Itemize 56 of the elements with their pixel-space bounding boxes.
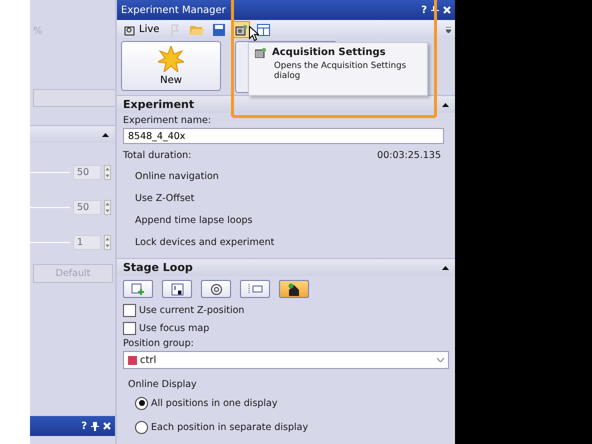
option-label[interactable]: Append time lapse loops xyxy=(123,210,449,230)
help-text[interactable]: ? xyxy=(81,420,87,432)
option-label[interactable]: Lock devices and experiment xyxy=(123,232,449,252)
group-label: Online Display xyxy=(127,379,198,390)
list-icon xyxy=(247,283,263,295)
pin-icon[interactable] xyxy=(91,422,99,430)
tooltip-description: Opens the Acquisition Settings dialog xyxy=(273,61,408,81)
live-button[interactable]: Live xyxy=(121,24,162,36)
position-group-dropdown[interactable]: ctrl xyxy=(123,351,449,369)
checkbox-label: Use current Z-position xyxy=(139,304,244,316)
window-title: Experiment Manager xyxy=(121,4,227,16)
target-icon xyxy=(210,282,222,296)
radio-button[interactable] xyxy=(135,420,148,434)
duration-label: Total duration: xyxy=(123,150,192,160)
tool-button[interactable] xyxy=(162,280,192,298)
close-icon[interactable] xyxy=(103,422,111,430)
radio-button[interactable] xyxy=(135,396,148,410)
house-icon xyxy=(287,282,301,296)
add-position-icon xyxy=(131,282,145,296)
tool-button[interactable] xyxy=(279,280,309,298)
spin-field[interactable]: 50 xyxy=(73,200,101,215)
field-label: Position group: xyxy=(123,338,195,349)
experiment-name-field[interactable]: 8548_4_40x xyxy=(123,128,444,144)
radio-label: Each position in separate display xyxy=(151,422,308,432)
tooltip-title: Acquisition Settings xyxy=(272,47,386,58)
help-text[interactable]: ? xyxy=(421,4,427,16)
spin-field[interactable]: 1 xyxy=(73,235,101,250)
camera-icon xyxy=(255,48,266,58)
collapse-icon[interactable] xyxy=(442,266,449,270)
collapse-icon[interactable] xyxy=(102,132,109,136)
checkbox[interactable] xyxy=(123,322,136,334)
starburst-icon xyxy=(158,46,184,72)
section-header[interactable]: Stage Loop xyxy=(117,258,455,276)
spin-arrows-icon[interactable] xyxy=(104,235,111,250)
spin-arrows-icon[interactable] xyxy=(104,165,111,180)
duration-value: 00:03:25.135 xyxy=(377,150,441,160)
new-button[interactable]: New xyxy=(121,41,221,91)
collapse-icon[interactable] xyxy=(442,102,449,106)
overflow-icon[interactable] xyxy=(446,26,451,32)
option-label[interactable]: Online navigation xyxy=(123,166,449,186)
tool-button[interactable] xyxy=(201,280,231,298)
radio-label: All positions in one display xyxy=(151,398,278,408)
percent-label: % xyxy=(32,25,44,39)
section-header[interactable]: Experiment xyxy=(117,95,455,113)
option-label[interactable]: Use Z-Offset xyxy=(123,188,449,208)
checkbox-label: Use focus map xyxy=(139,322,210,334)
spin-field[interactable]: 50 xyxy=(73,165,101,180)
spin-arrows-icon[interactable] xyxy=(104,200,111,215)
camera-icon xyxy=(124,24,136,36)
checkbox[interactable] xyxy=(123,304,136,316)
chevron-down-icon[interactable] xyxy=(437,358,444,362)
flag-icon xyxy=(170,24,180,36)
text-field[interactable] xyxy=(33,89,115,107)
numbered-frame-icon xyxy=(170,282,184,296)
close-icon[interactable] xyxy=(443,6,451,14)
field-label: Experiment name: xyxy=(123,115,212,126)
